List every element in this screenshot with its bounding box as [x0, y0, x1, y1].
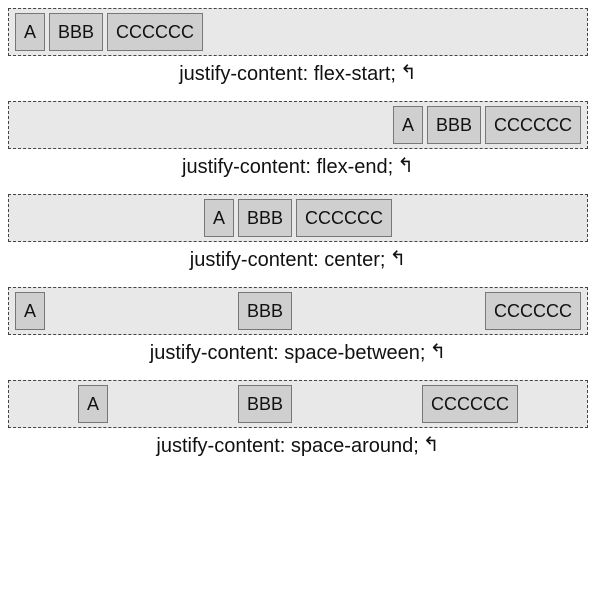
flex-item-b: BBB — [238, 385, 292, 423]
arrow-icon: ↰ — [400, 60, 417, 85]
example-flex-start: A BBB CCCCCC justify-content: flex-start… — [8, 8, 588, 87]
example-space-between: A BBB CCCCCC justify-content: space-betw… — [8, 287, 588, 366]
example-center: A BBB CCCCCC justify-content: center; ↰ — [8, 194, 588, 273]
flex-item-c: CCCCCC — [296, 199, 392, 237]
caption-flex-start: justify-content: flex-start; ↰ — [8, 62, 588, 87]
example-space-around: A BBB CCCCCC justify-content: space-arou… — [8, 380, 588, 459]
caption-space-around: justify-content: space-around; ↰ — [8, 434, 588, 459]
flex-container-space-around: A BBB CCCCCC — [8, 380, 588, 428]
flex-item-c: CCCCCC — [107, 13, 203, 51]
flex-item-c: CCCCCC — [485, 106, 581, 144]
flex-item-c: CCCCCC — [485, 292, 581, 330]
caption-text: justify-content: space-around; — [156, 435, 418, 458]
flex-container-flex-start: A BBB CCCCCC — [8, 8, 588, 56]
caption-text: justify-content: center; — [190, 249, 386, 272]
flex-item-a: A — [204, 199, 234, 237]
arrow-icon: ↰ — [397, 153, 414, 178]
flex-item-a: A — [78, 385, 108, 423]
flex-item-b: BBB — [49, 13, 103, 51]
flex-item-c: CCCCCC — [422, 385, 518, 423]
flex-item-a: A — [15, 13, 45, 51]
caption-space-between: justify-content: space-between; ↰ — [8, 341, 588, 366]
arrow-icon: ↰ — [429, 339, 446, 364]
flex-item-b: BBB — [238, 292, 292, 330]
caption-center: justify-content: center; ↰ — [8, 248, 588, 273]
caption-text: justify-content: flex-start; — [179, 63, 396, 86]
flex-container-center: A BBB CCCCCC — [8, 194, 588, 242]
arrow-icon: ↰ — [423, 432, 440, 457]
flex-item-a: A — [393, 106, 423, 144]
flex-item-b: BBB — [238, 199, 292, 237]
flex-container-space-between: A BBB CCCCCC — [8, 287, 588, 335]
caption-text: justify-content: space-between; — [150, 342, 426, 365]
example-flex-end: A BBB CCCCCC justify-content: flex-end; … — [8, 101, 588, 180]
arrow-icon: ↰ — [389, 246, 406, 271]
flex-container-flex-end: A BBB CCCCCC — [8, 101, 588, 149]
caption-text: justify-content: flex-end; — [182, 156, 393, 179]
caption-flex-end: justify-content: flex-end; ↰ — [8, 155, 588, 180]
flex-item-b: BBB — [427, 106, 481, 144]
flex-item-a: A — [15, 292, 45, 330]
